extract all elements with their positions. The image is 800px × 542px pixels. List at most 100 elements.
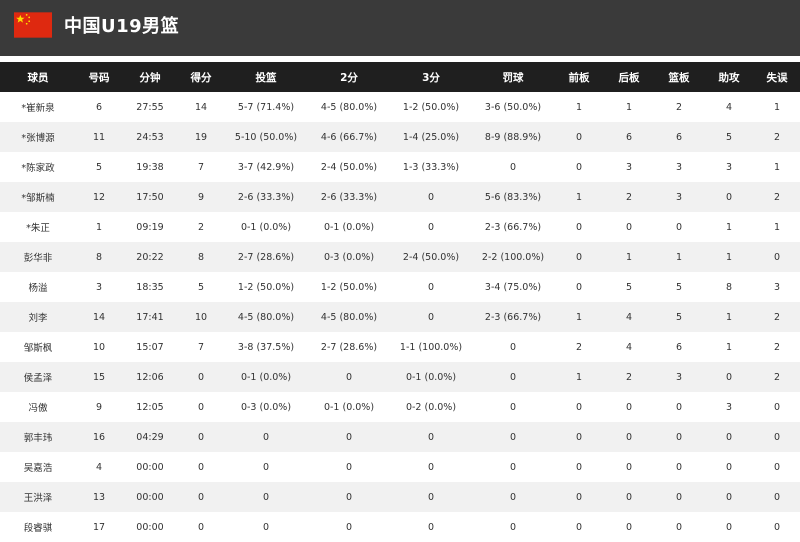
points-cell: 0 [197, 371, 205, 383]
turnovers-cell: 0 [773, 401, 781, 413]
defensive-rebounds-cell: 6 [625, 131, 633, 143]
player-name-cell: *邹斯楠 [21, 193, 55, 204]
rebounds-cell: 2 [675, 101, 683, 113]
points-cell: 8 [197, 251, 205, 263]
rebounds-cell: 3 [675, 191, 683, 203]
number-cell: 9 [95, 401, 103, 413]
turnovers-cell: 0 [773, 431, 781, 443]
offensive-rebounds-cell: 0 [575, 431, 583, 443]
table-row: *朱正 1 09:19 2 0-1 (0.0%) 0-1 (0.0%) 0 2-3 (66.7… [0, 212, 800, 242]
player-name-cell: 侯孟泽 [23, 373, 53, 384]
field-goals-cell: 5-10 (50.0%) [234, 131, 298, 143]
assists-cell: 0 [725, 491, 733, 503]
free-throws-cell: 3-4 (75.0%) [484, 281, 542, 293]
two-pointers-cell: 1-2 (50.0%) [320, 281, 378, 293]
minutes-cell: 12:06 [136, 371, 164, 383]
defensive-rebounds-cell: 4 [625, 311, 633, 323]
defensive-rebounds-cell: 5 [625, 281, 633, 293]
defensive-rebounds-cell: 1 [625, 101, 633, 113]
table-body: *崔新泉 6 27:55 14 5-7 (71.4%) 4-5 (80.0%) 1-2 (5… [0, 92, 800, 542]
three-pointers-cell: 1-4 (25.0%) [402, 131, 460, 143]
number-cell: 17 [92, 521, 106, 533]
free-throws-cell: 0 [509, 371, 517, 383]
minutes-cell: 00:00 [136, 491, 164, 503]
column-header-field-goals: 投篮 [255, 71, 277, 84]
rebounds-cell: 1 [675, 251, 683, 263]
minutes-cell: 18:35 [136, 281, 164, 293]
offensive-rebounds-cell: 1 [575, 101, 583, 113]
offensive-rebounds-cell: 0 [575, 461, 583, 473]
defensive-rebounds-cell: 0 [625, 431, 633, 443]
number-cell: 8 [95, 251, 103, 263]
column-header-player: 球员 [27, 71, 49, 84]
column-header-assists: 助攻 [718, 71, 740, 84]
two-pointers-cell: 4-5 (80.0%) [320, 311, 378, 323]
column-header-defensive-rebounds: 后板 [618, 71, 640, 84]
three-pointers-cell: 0 [427, 521, 435, 533]
defensive-rebounds-cell: 0 [625, 221, 633, 233]
turnovers-cell: 2 [773, 371, 781, 383]
defensive-rebounds-cell: 1 [625, 251, 633, 263]
field-goals-cell: 0-1 (0.0%) [240, 371, 292, 383]
free-throws-cell: 0 [509, 491, 517, 503]
table-row: 刘李 14 17:41 10 4-5 (80.0%) 4-5 (80.0%) 0 2-3 (6… [0, 302, 800, 332]
points-cell: 0 [197, 401, 205, 413]
free-throws-cell: 8-9 (88.9%) [484, 131, 542, 143]
three-pointers-cell: 1-2 (50.0%) [402, 101, 460, 113]
offensive-rebounds-cell: 0 [575, 521, 583, 533]
points-cell: 7 [197, 341, 205, 353]
assists-cell: 8 [725, 281, 733, 293]
free-throws-cell: 0 [509, 431, 517, 443]
defensive-rebounds-cell: 4 [625, 341, 633, 353]
three-pointers-cell: 0 [427, 491, 435, 503]
assists-cell: 0 [725, 431, 733, 443]
turnovers-cell: 0 [773, 521, 781, 533]
points-cell: 7 [197, 161, 205, 173]
turnovers-cell: 3 [773, 281, 781, 293]
player-name-cell: 杨溢 [28, 283, 48, 294]
assists-cell: 5 [725, 131, 733, 143]
field-goals-cell: 0 [262, 461, 270, 473]
two-pointers-cell: 4-5 (80.0%) [320, 101, 378, 113]
field-goals-cell: 0-1 (0.0%) [240, 221, 292, 233]
player-name-cell: 段睿骐 [23, 523, 53, 534]
number-cell: 5 [95, 161, 103, 173]
two-pointers-cell: 0 [345, 491, 353, 503]
rebounds-cell: 0 [675, 401, 683, 413]
free-throws-cell: 3-6 (50.0%) [484, 101, 542, 113]
points-cell: 2 [197, 221, 205, 233]
field-goals-cell: 1-2 (50.0%) [237, 281, 295, 293]
table-row: 邹斯枫 10 15:07 7 3-8 (37.5%) 2-7 (28.6%) 1-1 (10… [0, 332, 800, 362]
table-row: 冯傲 9 12:05 0 0-3 (0.0%) 0-1 (0.0%) 0-2 (0.0%) 0… [0, 392, 800, 422]
two-pointers-cell: 0 [345, 371, 353, 383]
points-cell: 19 [194, 131, 208, 143]
number-cell: 16 [92, 431, 106, 443]
table-row: 段睿骐 17 00:00 0 0 0 0 0 0 0 0 0 0 [0, 512, 800, 542]
table-row: 彭华非 8 20:22 8 2-7 (28.6%) 0-3 (0.0%) 2-4 (50.0… [0, 242, 800, 272]
assists-cell: 0 [725, 521, 733, 533]
rebounds-cell: 0 [675, 461, 683, 473]
three-pointers-cell: 0 [427, 281, 435, 293]
field-goals-cell: 2-7 (28.6%) [237, 251, 295, 263]
number-cell: 11 [92, 131, 106, 143]
rebounds-cell: 6 [675, 341, 683, 353]
free-throws-cell: 2-2 (100.0%) [481, 251, 545, 263]
two-pointers-cell: 2-7 (28.6%) [320, 341, 378, 353]
field-goals-cell: 3-7 (42.9%) [237, 161, 295, 173]
minutes-cell: 00:00 [136, 461, 164, 473]
assists-cell: 1 [725, 221, 733, 233]
three-pointers-cell: 0 [427, 221, 435, 233]
three-pointers-cell: 0-1 (0.0%) [405, 371, 457, 383]
turnovers-cell: 2 [773, 131, 781, 143]
turnovers-cell: 2 [773, 311, 781, 323]
table-row: *崔新泉 6 27:55 14 5-7 (71.4%) 4-5 (80.0%) 1-2 (5… [0, 92, 800, 122]
defensive-rebounds-cell: 0 [625, 491, 633, 503]
defensive-rebounds-cell: 0 [625, 521, 633, 533]
assists-cell: 1 [725, 251, 733, 263]
minutes-cell: 20:22 [136, 251, 164, 263]
player-name-cell: *朱正 [26, 223, 50, 234]
rebounds-cell: 6 [675, 131, 683, 143]
player-name-cell: 冯傲 [28, 403, 48, 414]
player-stats-table: 球员 号码 分钟 得分 投篮 2分 3分 罚球 前板 后板 篮板 助攻 失误 *… [0, 62, 800, 542]
offensive-rebounds-cell: 0 [575, 491, 583, 503]
